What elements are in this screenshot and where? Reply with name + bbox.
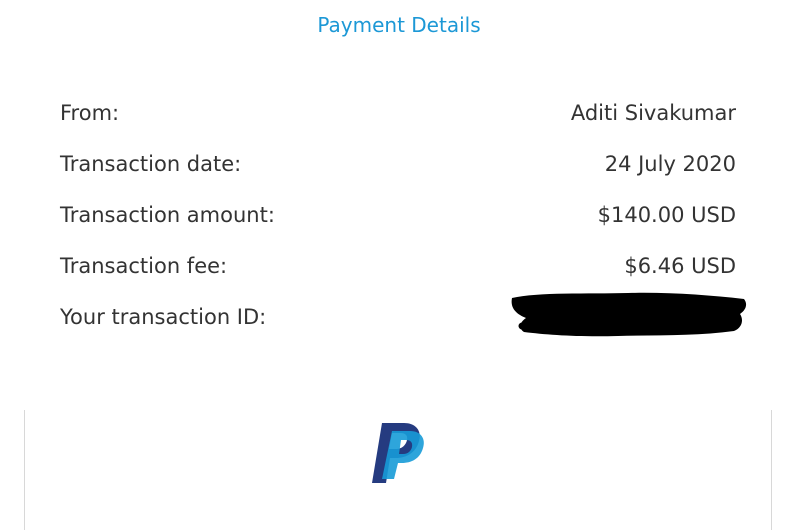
- redaction-mark: [511, 292, 747, 337]
- detail-row-date: Transaction date: 24 July 2020: [60, 138, 736, 189]
- detail-row-fee: Transaction fee: $6.46 USD: [60, 240, 736, 291]
- detail-row-amount: Transaction amount: $140.00 USD: [60, 189, 736, 240]
- from-value: Aditi Sivakumar: [570, 100, 736, 125]
- paypal-logo-icon: [372, 423, 424, 483]
- transaction-amount-value: $140.00 USD: [597, 202, 736, 227]
- detail-row-from: From: Aditi Sivakumar: [60, 87, 736, 138]
- transaction-id-label: Your transaction ID:: [60, 304, 267, 329]
- page-title: Payment Details: [317, 13, 481, 37]
- transaction-fee-value: $6.46 USD: [624, 253, 736, 278]
- from-label: From:: [60, 100, 120, 125]
- transaction-date-label: Transaction date:: [60, 151, 242, 176]
- transaction-fee-label: Transaction fee:: [60, 253, 228, 278]
- transaction-amount-label: Transaction amount:: [60, 202, 275, 227]
- transaction-date-value: 24 July 2020: [604, 151, 736, 176]
